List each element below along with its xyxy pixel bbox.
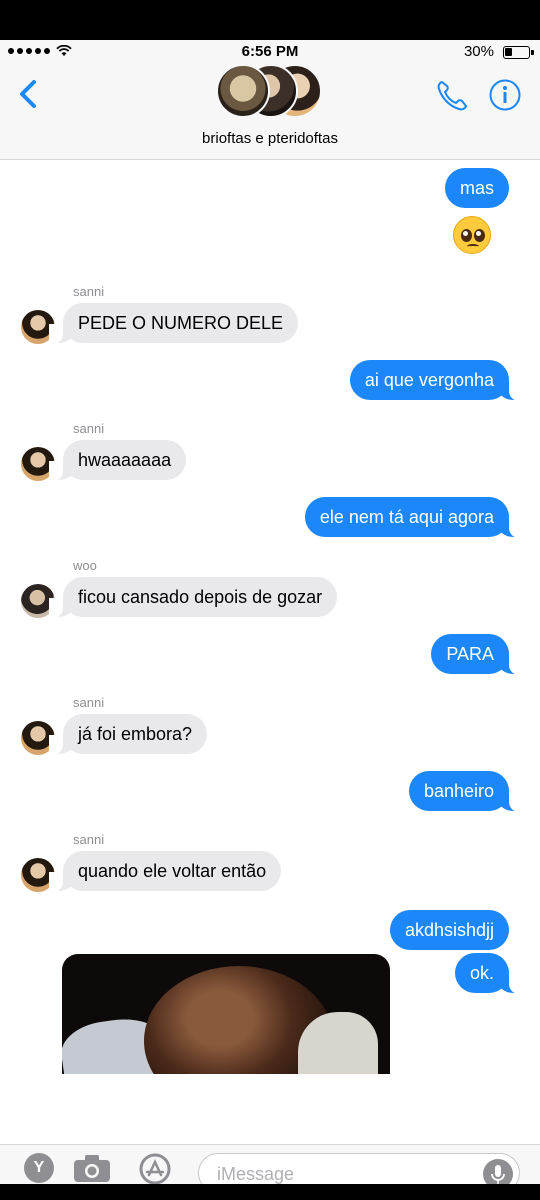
microphone-icon[interactable] xyxy=(483,1159,513,1184)
conversation-header: 6:56 PM 30% brioftas e pteridoftas xyxy=(0,40,540,160)
pleading-face-emoji[interactable] xyxy=(453,216,491,254)
battery-percentage: 30% xyxy=(463,43,494,60)
sender-name: woo xyxy=(73,558,97,573)
outgoing-message[interactable]: akdhsishdjj xyxy=(389,910,509,950)
outgoing-message[interactable]: ele nem tá aqui agora xyxy=(304,497,524,538)
group-avatars[interactable] xyxy=(216,64,326,120)
sender-name: sanni xyxy=(73,421,105,436)
sender-name: sanni xyxy=(73,695,105,710)
group-name[interactable]: brioftas e pteridoftas xyxy=(0,130,540,147)
gif-attachment[interactable] xyxy=(62,954,390,1074)
sender-name: sanni xyxy=(73,284,105,299)
incoming-message[interactable]: quando ele voltar então xyxy=(48,851,282,892)
outgoing-message[interactable]: ai que vergonha xyxy=(349,360,524,401)
avatar xyxy=(216,64,270,118)
messages-screen: 6:56 PM 30% brioftas e pteridoftas mas s… xyxy=(0,40,540,1184)
sender-name: sanni xyxy=(73,832,105,847)
bottom-black-bar xyxy=(0,1184,540,1200)
battery-icon xyxy=(503,46,534,59)
status-bar: 6:56 PM 30% xyxy=(0,42,540,64)
phone-icon[interactable] xyxy=(434,78,470,114)
incoming-message[interactable]: ficou cansado depois de gozar xyxy=(48,577,338,618)
info-icon[interactable] xyxy=(488,78,522,112)
back-chevron-icon[interactable] xyxy=(14,76,44,112)
app-store-icon[interactable] xyxy=(134,1153,176,1184)
outgoing-message[interactable]: banheiro xyxy=(408,771,524,812)
camera-icon[interactable] xyxy=(72,1153,112,1183)
y-app-button[interactable]: Y xyxy=(24,1153,54,1183)
incoming-message[interactable]: PEDE O NUMERO DELE xyxy=(48,303,299,344)
outgoing-message[interactable]: PARA xyxy=(431,634,523,675)
composer-bar: Y iMessage xyxy=(0,1144,540,1184)
top-black-bar xyxy=(0,0,540,40)
incoming-message[interactable]: hwaaaaaaa xyxy=(48,440,187,481)
outgoing-message[interactable]: ok. xyxy=(454,953,524,994)
message-input-placeholder: iMessage xyxy=(217,1164,295,1184)
incoming-message[interactable]: já foi embora? xyxy=(48,714,208,755)
status-time: 6:56 PM xyxy=(241,43,299,60)
outgoing-message[interactable]: mas xyxy=(444,168,509,208)
message-input[interactable]: iMessage xyxy=(198,1153,520,1184)
